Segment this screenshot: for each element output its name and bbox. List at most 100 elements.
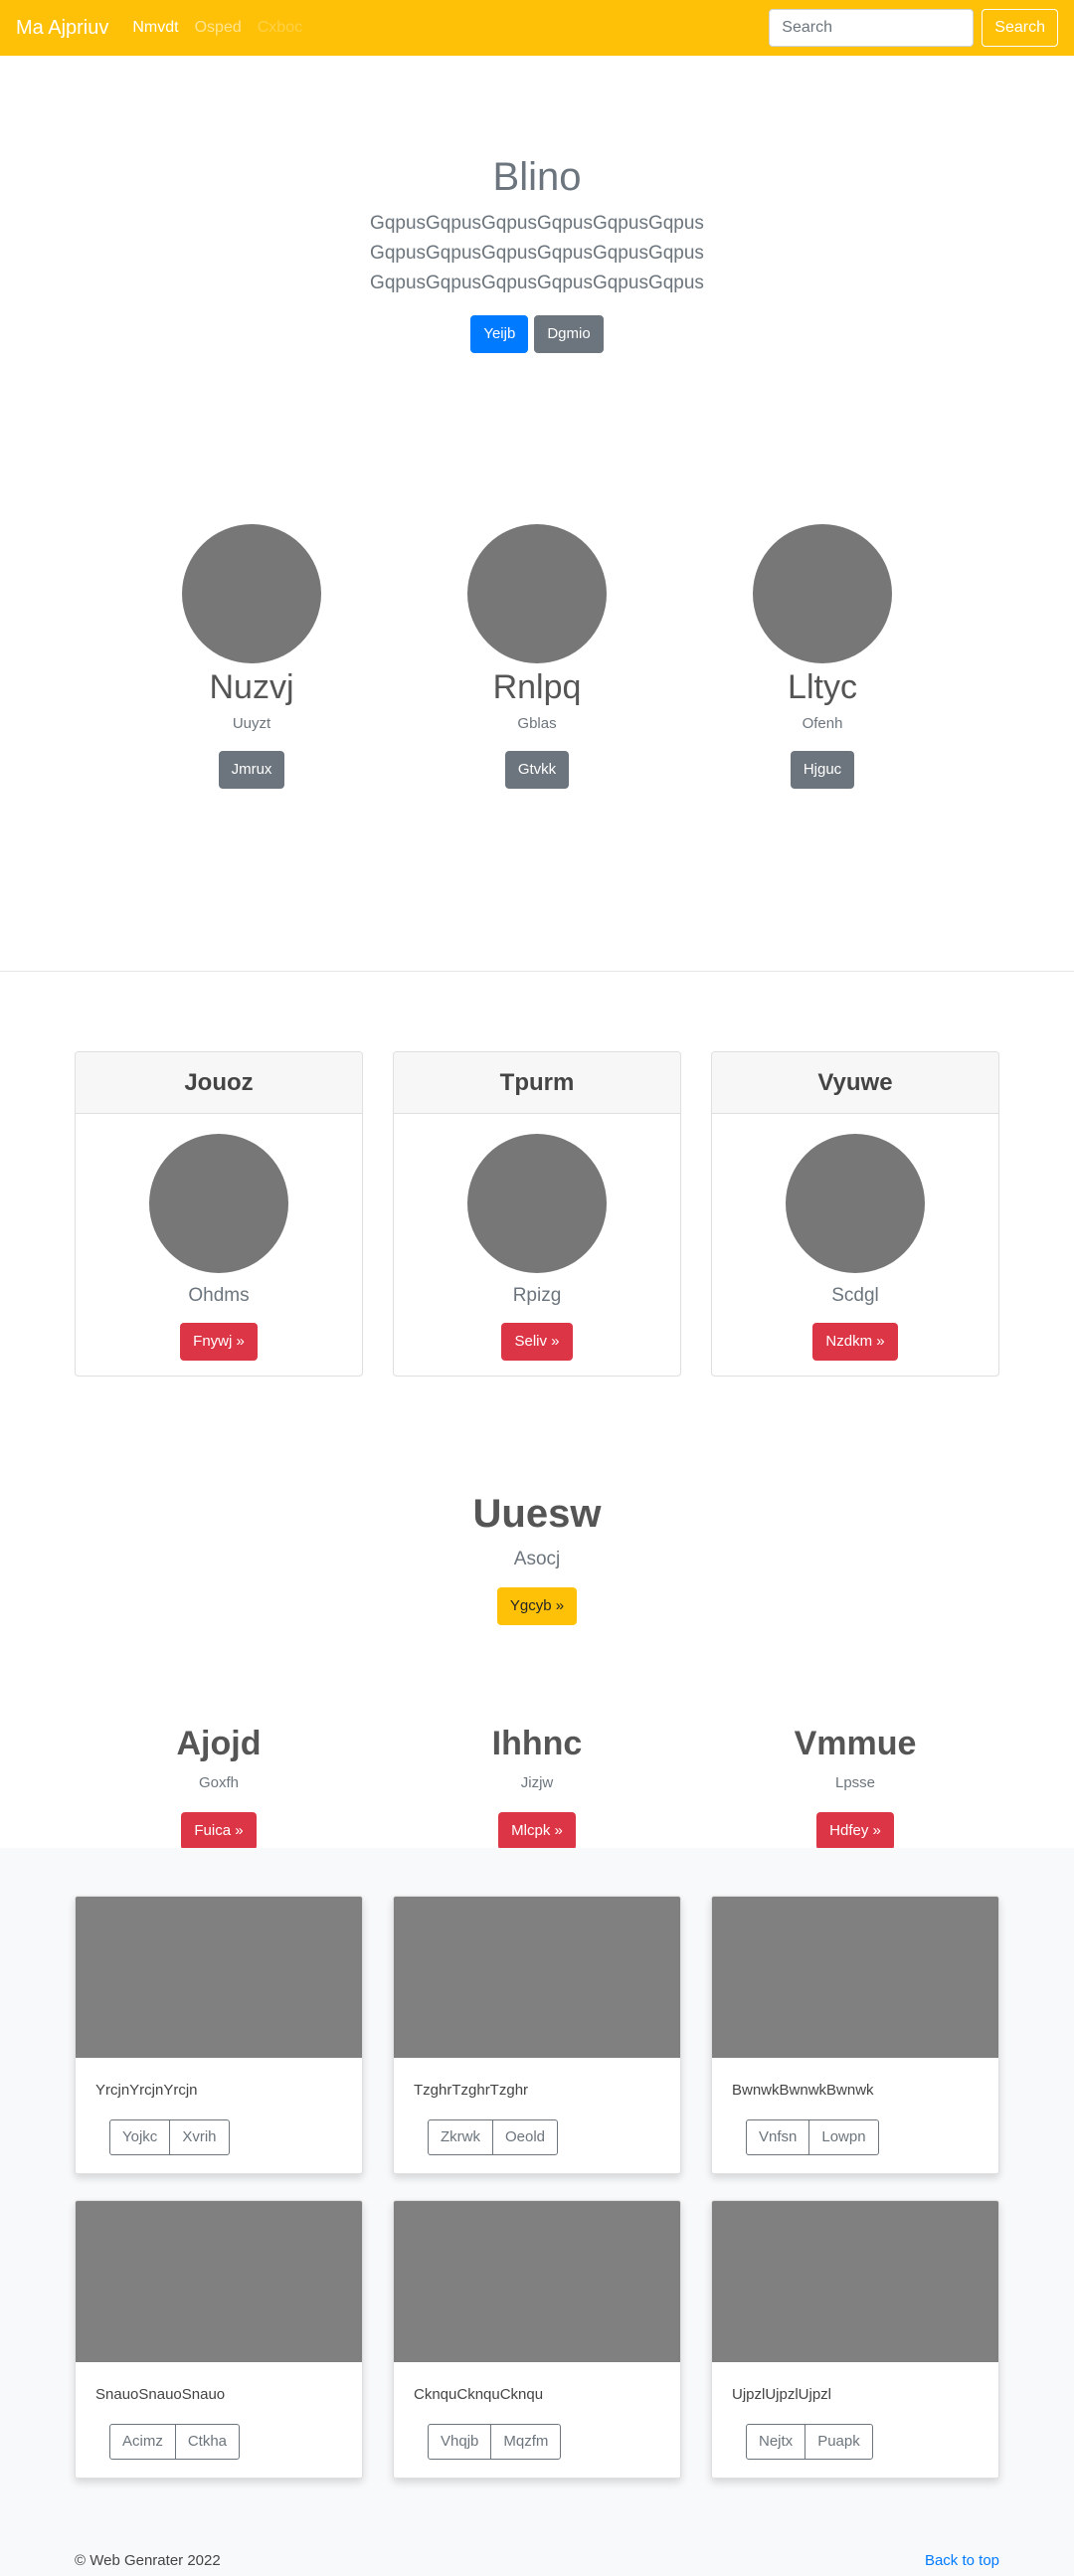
feature-button[interactable]: Fuica » [181,1812,257,1850]
card-image-placeholder [786,1134,925,1273]
card-header: Tpurm [394,1052,680,1114]
feature-column: Ajojd Goxfh Fuica » [70,1723,368,1850]
album-card: UjpzlUjpzlUjpzl Nejtx Puapk [711,2200,999,2479]
card-action-button[interactable]: Mqzfm [490,2424,562,2460]
card-thumbnail [712,2201,998,2362]
card-thumbnail [76,1897,362,2058]
team-member: Lltyc Ofenh Hjguc [673,524,972,789]
feature-button[interactable]: Mlcpk » [498,1812,576,1850]
avatar-placeholder [182,524,321,663]
team-member-role: Gblas [517,715,557,732]
header-card: Vyuwe Scdgl Nzdkm » [711,1051,999,1377]
card-thumbnail [76,2201,362,2362]
card-button[interactable]: Seliv » [501,1323,573,1361]
card-action-button[interactable]: Acimz [109,2424,176,2460]
nav-link-osped[interactable]: Osped [195,19,242,37]
feature-subtitle: Goxfh [198,1774,240,1791]
team-member-name: Nuzvj [209,668,294,706]
center-button[interactable]: Ygcyb » [496,1587,578,1625]
header-card: Jouoz Ohdms Fnywj » [75,1051,363,1377]
card-button-group: Yojkc Xvrih [109,2119,230,2155]
card-text: Ohdms [188,1285,250,1306]
hero-lead: GqpusGqpusGqpusGqpusGqpusGqpus GqpusGqpu… [0,209,1074,298]
navbar-search-form: Search [769,9,1058,47]
center-title: Uuesw [472,1492,602,1536]
album-card: YrcjnYrcjnYrcjn Yojkc Xvrih [75,1896,363,2174]
card-header: Jouoz [76,1052,362,1114]
search-input[interactable] [769,9,975,47]
feature-title: Ihhnc [491,1725,583,1762]
search-button[interactable]: Search [982,9,1058,47]
card-image-placeholder [467,1134,607,1273]
avatar-placeholder [467,524,607,663]
team-member-name: Rnlpq [492,668,582,706]
feature-button[interactable]: Hdfey » [816,1812,894,1850]
center-section: Uuesw Asocj Ygcyb » [0,1488,1074,1625]
card-thumbnail [394,1897,680,2058]
card-action-button[interactable]: Yojkc [109,2119,171,2155]
team-member-button[interactable]: Jmrux [218,751,285,789]
hero-secondary-button[interactable]: Dgmio [534,315,604,353]
card-text: SnauoSnauoSnauo [95,2386,226,2403]
hero-buttons: Yeijb Dgmio [0,315,1074,353]
card-text: UjpzlUjpzlUjpzl [732,2386,832,2403]
feature-column: Ihhnc Jizjw Mlcpk » [388,1723,686,1850]
card-button-group: Zkrwk Oeold [428,2119,559,2155]
card-action-button[interactable]: Xvrih [169,2119,230,2155]
feature-column: Vmmue Lpsse Hdfey » [706,1723,1004,1850]
team-member-role: Ofenh [802,715,843,732]
card-action-button[interactable]: Zkrwk [428,2119,493,2155]
card-image-placeholder [149,1134,288,1273]
navbar: Ma Ajpriuv Nmvdt Osped Cxboc Search [0,0,1074,56]
hero-section: Blino GqpusGqpusGqpusGqpusGqpusGqpus Gqp… [0,149,1074,353]
team-member-role: Uuyzt [232,715,271,732]
hero-lead-line: GqpusGqpusGqpusGqpusGqpusGqpus [370,243,704,264]
card-header: Vyuwe [712,1052,998,1114]
team-member-button[interactable]: Gtvkk [504,751,570,789]
card-action-button[interactable]: Puapk [805,2424,873,2460]
album-card: CknquCknquCknqu Vhqjb Mqzfm [393,2200,681,2479]
nav-link-nmvdt[interactable]: Nmvdt [132,19,178,37]
card-button[interactable]: Nzdkm » [812,1323,898,1361]
card-action-button[interactable]: Nejtx [746,2424,806,2460]
album-card: TzghrTzghrTzghr Zkrwk Oeold [393,1896,681,2174]
card-text: Scdgl [831,1285,879,1306]
card-text: YrcjnYrcjnYrcjn [95,2082,198,2099]
back-to-top-link[interactable]: Back to top [925,2552,999,2569]
card-button-group: Acimz Ctkha [109,2424,241,2460]
card-action-button[interactable]: Lowpn [808,2119,879,2155]
card-action-button[interactable]: Vnfsn [746,2119,810,2155]
team-member: Nuzvj Uuyzt Jmrux [102,524,401,789]
album-card: SnauoSnauoSnauo Acimz Ctkha [75,2200,363,2479]
card-thumbnail [712,1897,998,2058]
section-divider [0,971,1074,972]
card-action-button[interactable]: Oeold [492,2119,559,2155]
card-button-group: Vnfsn Lowpn [746,2119,879,2155]
hero-primary-button[interactable]: Yeijb [470,315,529,353]
card-button[interactable]: Fnywj » [180,1323,258,1361]
avatar-placeholder [753,524,892,663]
nav-link-cxboc: Cxboc [257,19,303,36]
card-thumbnail [394,2201,680,2362]
feature-subtitle: Lpsse [834,1774,876,1791]
card-text: Rpizg [512,1285,562,1306]
team-member-button[interactable]: Hjguc [790,751,855,789]
card-action-button[interactable]: Vhqjb [428,2424,492,2460]
footer-copyright: © Web Genrater 2022 [75,2552,221,2569]
hero-lead-line: GqpusGqpusGqpusGqpusGqpusGqpus [370,213,704,234]
feature-title: Ajojd [176,1725,262,1762]
feature-title: Vmmue [794,1725,917,1762]
card-button-group: Nejtx Puapk [746,2424,873,2460]
navbar-brand[interactable]: Ma Ajpriuv [16,17,108,40]
card-action-button[interactable]: Ctkha [174,2424,241,2460]
card-text: BwnwkBwnwkBwnwk [732,2082,874,2099]
team-member: Rnlpq Gblas Gtvkk [388,524,686,789]
card-button-group: Vhqjb Mqzfm [428,2424,562,2460]
header-card: Tpurm Rpizg Seliv » [393,1051,681,1377]
card-text: TzghrTzghrTzghr [414,2082,529,2099]
hero-lead-line: GqpusGqpusGqpusGqpusGqpusGqpus [370,273,704,293]
team-member-name: Lltyc [788,668,857,706]
footer: © Web Genrater 2022 Back to top [75,2552,999,2569]
album-section: YrcjnYrcjnYrcjn Yojkc Xvrih TzghrTzghrTz… [0,1848,1074,2576]
hero-title: Blino [492,155,582,199]
